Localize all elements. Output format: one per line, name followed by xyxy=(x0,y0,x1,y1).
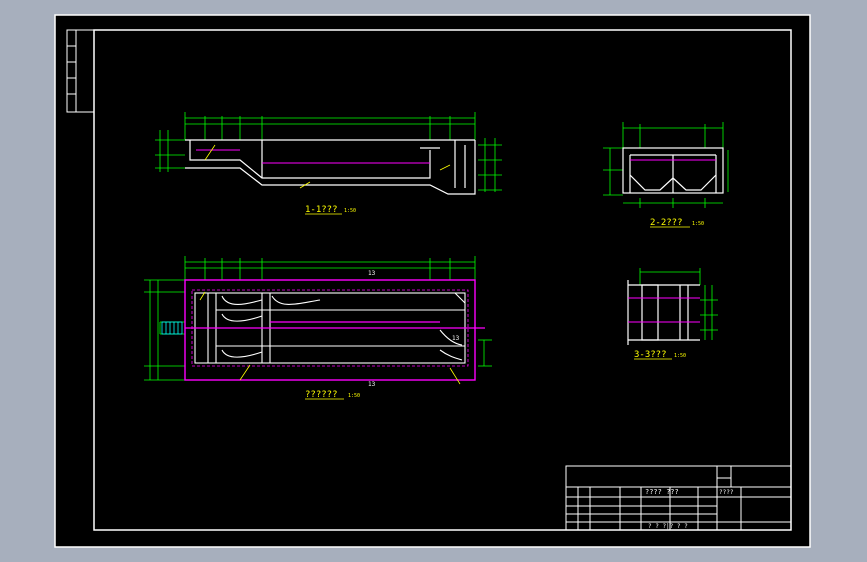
drawing-sheet xyxy=(54,14,811,548)
plan-mark-top: 13 xyxy=(368,270,376,277)
plan-mark-bottom: 13 xyxy=(368,381,376,388)
section-3-scale: 1:50 xyxy=(674,353,686,359)
plan-title: ?????? xyxy=(305,390,338,400)
section-2-scale: 1:50 xyxy=(692,221,704,227)
section-1-scale: 1:50 xyxy=(344,208,356,214)
title-block-right-label: ???? xyxy=(719,489,734,496)
drawing-name: ???? ??? xyxy=(645,488,679,496)
plan-mark-right: 13 xyxy=(452,335,460,342)
section-1-title: 1-1??? xyxy=(305,205,338,215)
cad-drawing-canvas: 1-1??? 1:50 2-2??? 1:50 3-3??? 1:50 ????… xyxy=(54,14,811,548)
section-2-title: 2-2??? xyxy=(650,218,683,228)
plan-scale: 1:50 xyxy=(348,393,360,399)
title-block-bottom-label: ? ? ?|? ? ? xyxy=(648,523,688,530)
section-3-title: 3-3??? xyxy=(634,350,667,360)
